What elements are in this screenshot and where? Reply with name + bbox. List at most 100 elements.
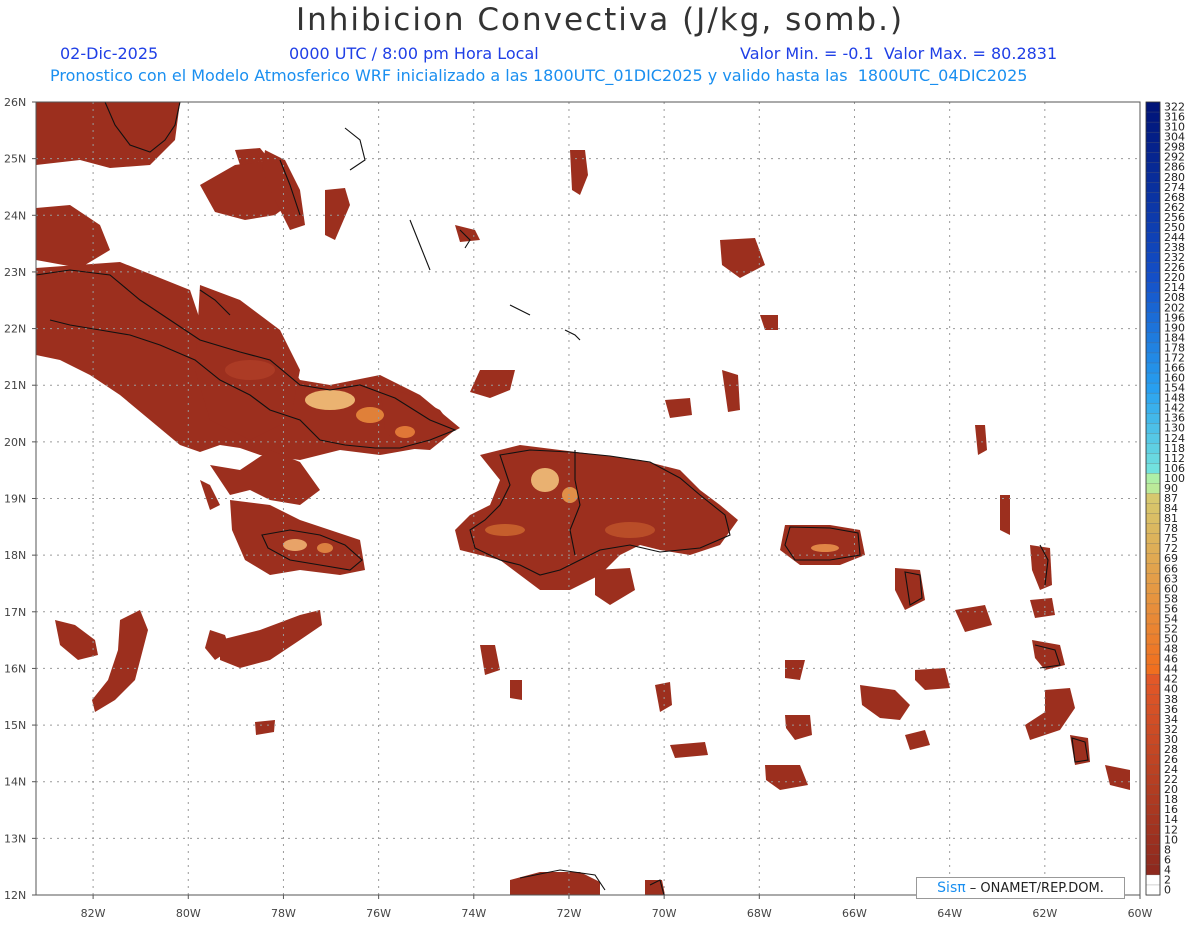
colorbar-swatch: [1145, 433, 1161, 444]
colorbar-swatch: [1145, 152, 1161, 163]
latitude-label: 14N: [4, 776, 26, 789]
colorbar-swatch: [1145, 613, 1161, 625]
colorbar-swatch: [1145, 282, 1161, 294]
colorbar-swatch: [1145, 503, 1161, 515]
colorbar-swatch: [1145, 342, 1161, 354]
colorbar-swatch: [1145, 884, 1161, 896]
colorbar-swatch: [1145, 423, 1161, 434]
latitude-label: 22N: [4, 323, 26, 336]
weather-map: 26N 25N 24N 23N 22N 21N 20N 19N 18N 17N 16N 15N 14N 1…: [4, 96, 1185, 920]
cin-maximum: [485, 524, 525, 536]
colorbar-swatch: [1145, 131, 1161, 143]
latitude-label: 17N: [4, 606, 26, 619]
cin-maximum: [531, 468, 559, 492]
colorbar-swatch: [1145, 121, 1161, 133]
colorbar-swatch: [1145, 392, 1161, 404]
colorbar-swatch: [1145, 704, 1161, 715]
colorbar-swatch: [1145, 212, 1161, 224]
colorbar-swatch: [1145, 302, 1161, 314]
colorbar-swatch: [1145, 593, 1161, 605]
cin-maximum: [395, 426, 415, 438]
latitude-label: 15N: [4, 719, 26, 732]
colorbar-swatch: [1145, 543, 1161, 555]
latitude-labels: 26N 25N 24N 23N 22N 21N 20N 19N 18N 17N 16N 15N 14N 1…: [4, 96, 36, 902]
colorbar-swatch: [1145, 633, 1161, 645]
colorbar-swatch: [1145, 844, 1161, 856]
colorbar-swatch: [1145, 874, 1161, 886]
latitude-label: 20N: [4, 436, 26, 449]
colorbar-swatch: [1145, 262, 1161, 274]
colorbar-swatch: [1145, 573, 1161, 585]
cin-region: [785, 660, 805, 680]
colorbar-swatch: [1145, 493, 1161, 505]
colorbar-swatch: [1145, 764, 1161, 776]
latitude-label: 24N: [4, 209, 26, 222]
colorbar-swatch: [1145, 292, 1161, 304]
cin-region: [230, 500, 365, 575]
cin-region: [220, 610, 322, 668]
latitude-label: 21N: [4, 379, 26, 392]
colorbar-swatch: [1145, 352, 1161, 364]
colorbar-swatch: [1145, 854, 1161, 866]
colorbar-swatch: [1145, 312, 1161, 324]
longitude-label: 74W: [461, 907, 486, 920]
colorbar-swatch: [1145, 533, 1161, 545]
cin-region: [905, 730, 930, 750]
colorbar-swatch: [1145, 824, 1161, 836]
longitude-label: 78W: [271, 907, 296, 920]
cin-maximum: [356, 407, 384, 423]
cin-maximum: [225, 360, 275, 380]
colorbar-swatch: [1145, 724, 1161, 735]
cin-region: [670, 742, 708, 758]
colorbar-swatch: [1145, 694, 1161, 705]
colorbar-swatch: [1145, 774, 1161, 786]
cin-region: [1025, 688, 1075, 740]
cin-region: [92, 610, 148, 712]
colorbar-swatch: [1145, 603, 1161, 615]
colorbar-swatch: [1145, 523, 1161, 535]
cin-maximum: [605, 522, 655, 538]
latitude-label: 23N: [4, 266, 26, 279]
longitude-label: 82W: [81, 907, 106, 920]
coastline: [509, 304, 531, 316]
colorbar-swatch: [1145, 402, 1161, 414]
colorbar-swatch: [1145, 202, 1161, 213]
latitude-label: 19N: [4, 493, 26, 506]
longitude-label: 80W: [176, 907, 201, 920]
longitude-label: 70W: [652, 907, 677, 920]
colorbar-swatch: [1145, 322, 1161, 334]
colorbar-swatch: [1145, 744, 1161, 756]
cin-region: [455, 225, 480, 242]
cin-region: [55, 620, 98, 660]
colorbar-swatch: [1145, 784, 1161, 796]
cin-region: [955, 605, 992, 632]
cin-region: [665, 398, 692, 418]
cin-region: [722, 370, 740, 412]
colorbar-swatch: [1145, 372, 1161, 384]
colorbar-swatch: [1145, 864, 1161, 876]
colorbar-swatch: [1145, 382, 1161, 394]
colorbar-swatch: [1145, 232, 1161, 244]
cin-region: [455, 445, 738, 590]
cin-region: [255, 720, 275, 735]
latitude-label: 18N: [4, 549, 26, 562]
colorbar-swatch: [1145, 443, 1161, 454]
colorbar-swatch: [1145, 674, 1161, 685]
cin-region: [36, 205, 110, 268]
cin-region: [765, 765, 808, 790]
colorbar-swatch: [1145, 663, 1161, 675]
colorbar-swatch: [1145, 583, 1161, 595]
cin-region: [510, 680, 522, 700]
cin-region: [595, 568, 635, 605]
colorbar-swatch: [1145, 332, 1161, 344]
cin-region: [480, 645, 500, 675]
longitude-label: 72W: [557, 907, 582, 920]
cin-maximum: [317, 543, 333, 553]
colorbar-swatch: [1145, 553, 1161, 565]
colorbar-swatch: [1145, 101, 1161, 113]
cin-region: [1105, 765, 1130, 790]
colorbar-swatch: [1145, 473, 1161, 484]
latitude-label: 12N: [4, 889, 26, 902]
colorbar-swatch: [1145, 222, 1161, 234]
latitude-label: 25N: [4, 153, 26, 166]
